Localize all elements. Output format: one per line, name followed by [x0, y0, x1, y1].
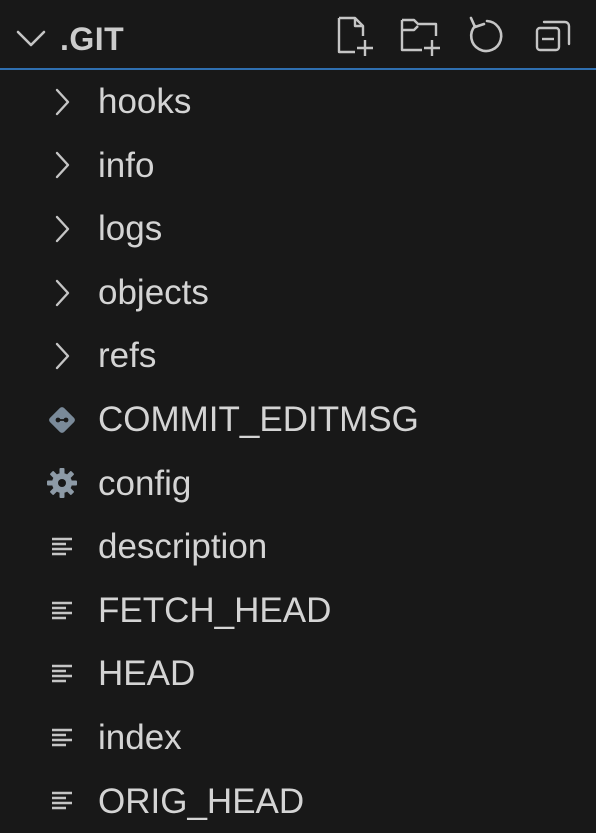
tree-item-label: objects [98, 272, 209, 312]
tree-file-orig-head[interactable]: ORIG_HEAD [0, 770, 596, 833]
tree-file-fetch-head[interactable]: FETCH_HEAD [0, 579, 596, 643]
tree-item-label: HEAD [98, 654, 196, 694]
file-tree: hooks info logs objects refs COMMIT_EDIT… [0, 70, 596, 833]
text-file-icon [40, 770, 84, 833]
tree-file-config[interactable]: config [0, 452, 596, 516]
chevron-right-icon[interactable] [40, 197, 84, 261]
chevron-right-icon[interactable] [40, 261, 84, 325]
collapse-all-icon [535, 20, 571, 52]
git-icon [40, 388, 84, 452]
chevron-right-icon[interactable] [40, 70, 84, 134]
gear-icon [40, 452, 84, 516]
tree-item-label: hooks [98, 82, 192, 121]
tree-folder-refs[interactable]: refs [0, 324, 596, 388]
refresh-button[interactable] [460, 12, 514, 60]
text-file-icon [40, 579, 84, 643]
tree-item-label: info [98, 145, 155, 185]
tree-file-commit-editmsg[interactable]: COMMIT_EDITMSG [0, 388, 596, 452]
chevron-down-icon[interactable] [14, 25, 48, 51]
new-file-button[interactable] [328, 12, 382, 60]
tree-file-head[interactable]: HEAD [0, 642, 596, 706]
collapse-all-button[interactable] [526, 12, 580, 60]
tree-item-label: ORIG_HEAD [98, 781, 305, 821]
section-title: .GIT [60, 21, 125, 57]
text-file-icon [40, 706, 84, 770]
tree-item-label: index [98, 717, 182, 757]
new-file-icon [337, 16, 373, 56]
refresh-icon [469, 16, 503, 53]
new-folder-icon [400, 18, 440, 56]
tree-folder-objects[interactable]: objects [0, 261, 596, 325]
tree-folder-info[interactable]: info [0, 134, 596, 198]
section-actions [330, 12, 590, 60]
text-file-icon [40, 642, 84, 706]
tree-item-label: config [98, 463, 192, 503]
tree-folder-hooks[interactable]: hooks [0, 70, 596, 134]
new-folder-button[interactable] [394, 12, 448, 60]
tree-item-label: FETCH_HEAD [98, 590, 332, 630]
explorer-section-header[interactable]: .GIT [0, 0, 596, 70]
tree-file-description[interactable]: description [0, 515, 596, 579]
chevron-right-icon[interactable] [40, 324, 84, 388]
tree-folder-logs[interactable]: logs [0, 197, 596, 261]
chevron-right-icon[interactable] [40, 134, 84, 198]
tree-item-label: logs [98, 209, 163, 249]
tree-item-label: refs [98, 336, 157, 376]
tree-item-label: COMMIT_EDITMSG [98, 399, 419, 439]
tree-item-label: description [98, 527, 268, 567]
tree-file-index[interactable]: index [0, 706, 596, 770]
text-file-icon [40, 515, 84, 579]
